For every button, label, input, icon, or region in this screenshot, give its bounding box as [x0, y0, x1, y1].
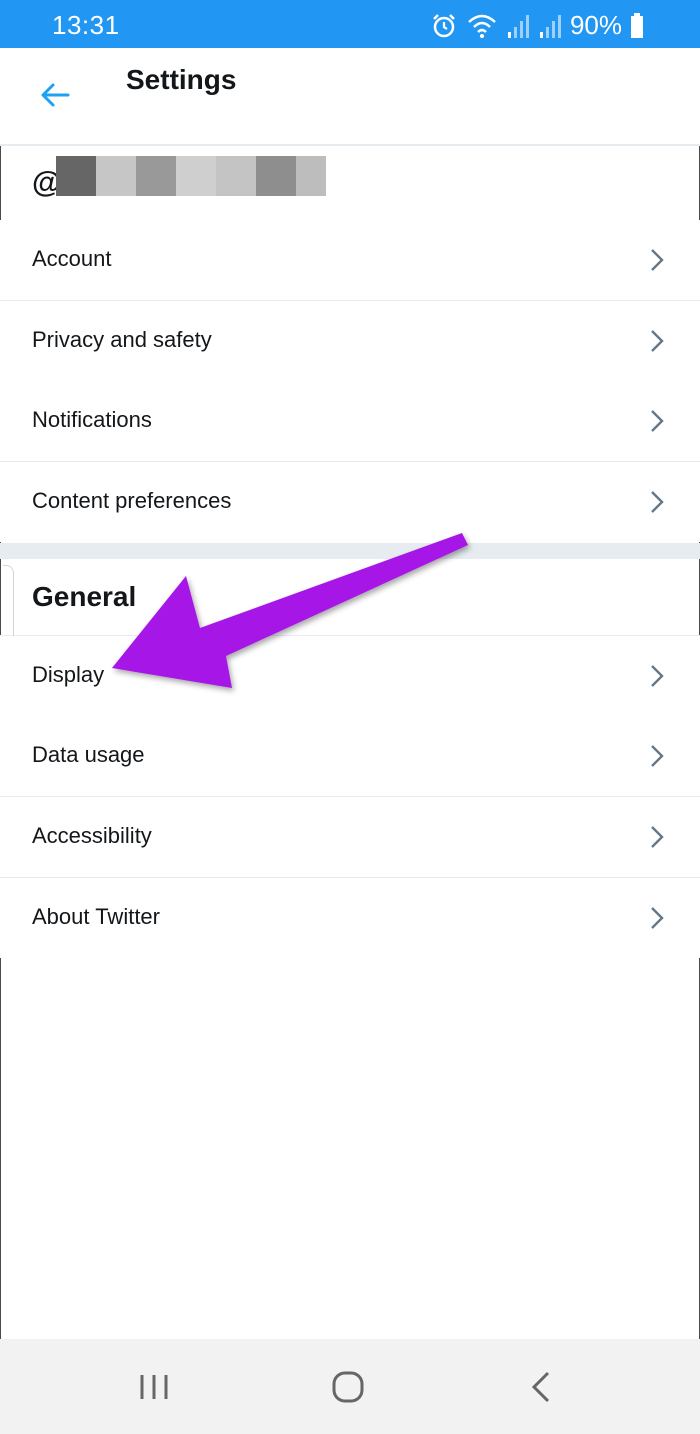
- settings-item-label: Notifications: [32, 407, 152, 432]
- settings-item-label: Data usage: [32, 742, 145, 767]
- settings-item-content-preferences[interactable]: Content preferences: [0, 462, 700, 542]
- settings-item-label: Privacy and safety: [32, 327, 212, 352]
- settings-item-account[interactable]: Account: [0, 220, 700, 301]
- chevron-right-icon: [651, 826, 664, 848]
- chevron-right-icon: [651, 491, 664, 513]
- battery-percentage: 90%: [569, 10, 622, 40]
- chevron-right-icon: [651, 249, 664, 271]
- recent-apps-icon[interactable]: [134, 1369, 174, 1405]
- top-app-bar: Settings: [0, 48, 700, 146]
- arrow-left-icon[interactable]: [38, 78, 72, 112]
- status-bar: 13:31 90%: [0, 0, 700, 48]
- page-title: Settings: [126, 64, 237, 95]
- settings-item-label: Display: [32, 662, 105, 687]
- chevron-right-icon: [651, 907, 664, 929]
- settings-item-about-twitter[interactable]: About Twitter: [0, 878, 700, 958]
- section-header-general: General: [0, 559, 700, 636]
- settings-item-accessibility[interactable]: Accessibility: [0, 797, 700, 878]
- settings-item-label: Account: [32, 246, 112, 271]
- chevron-right-icon: [651, 745, 664, 767]
- redacted-username: [56, 156, 326, 196]
- settings-item-privacy[interactable]: Privacy and safety: [0, 301, 700, 382]
- settings-item-label: About Twitter: [32, 904, 160, 929]
- settings-item-label: Accessibility: [32, 823, 152, 848]
- chevron-right-icon: [651, 665, 664, 687]
- home-icon[interactable]: [328, 1369, 368, 1405]
- signal-icon-2: [539, 14, 561, 38]
- back-icon[interactable]: [522, 1369, 562, 1405]
- section-title: General: [32, 581, 137, 612]
- battery-icon: [631, 12, 643, 38]
- wifi-icon: [468, 14, 496, 38]
- signal-icon: [507, 14, 529, 38]
- section-divider: [0, 543, 700, 559]
- system-nav-bar: [0, 1339, 700, 1434]
- settings-item-display[interactable]: Display: [0, 636, 700, 717]
- chevron-right-icon: [651, 330, 664, 352]
- account-username-row[interactable]: @: [0, 146, 700, 221]
- alarm-icon: [433, 13, 455, 37]
- settings-item-data-usage[interactable]: Data usage: [0, 716, 700, 797]
- status-time: 13:31: [52, 10, 120, 40]
- chevron-right-icon: [651, 410, 664, 432]
- settings-item-notifications[interactable]: Notifications: [0, 381, 700, 462]
- settings-item-label: Content preferences: [32, 488, 232, 513]
